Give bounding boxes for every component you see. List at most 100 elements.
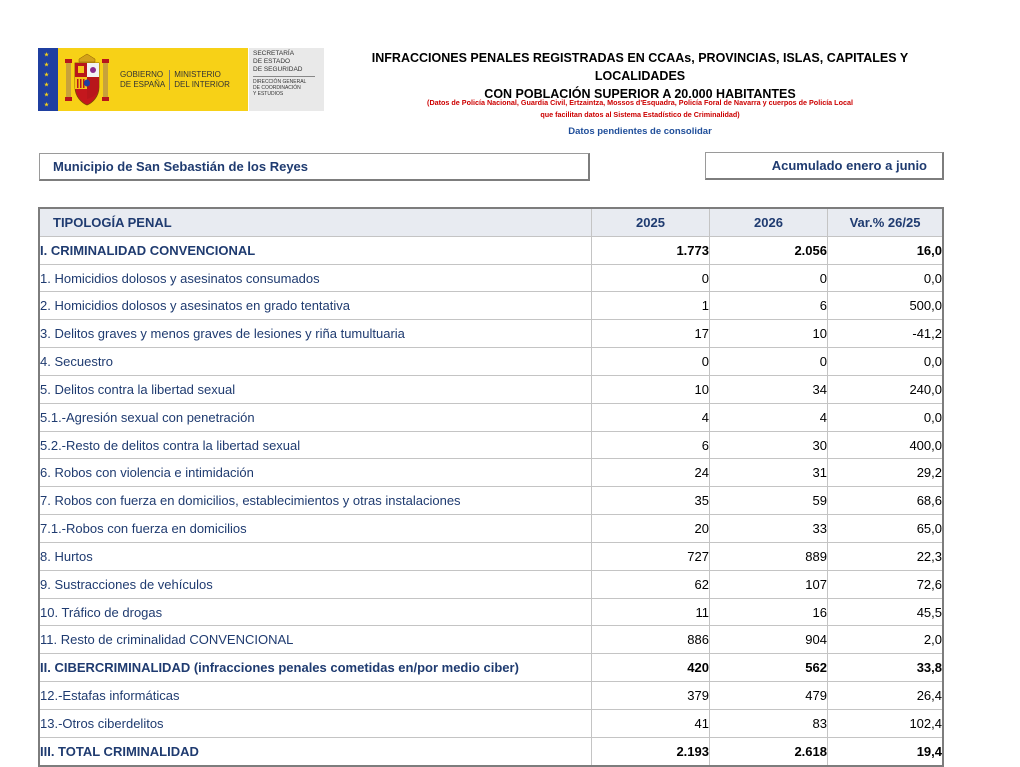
row-value-2025: 24 <box>591 458 710 488</box>
row-label: 3. Delitos graves y menos graves de lesi… <box>38 319 592 349</box>
row-value-2026: 2.618 <box>709 736 828 767</box>
row-variation: 33,8 <box>827 653 944 683</box>
row-value-2026: 2.056 <box>709 235 828 265</box>
row-label: 13.-Otros ciberdelitos <box>38 708 592 738</box>
row-variation: 29,2 <box>827 458 944 488</box>
row-value-2026: 83 <box>709 708 828 738</box>
table-row: 11. Resto de criminalidad CONVENCIONAL 88… <box>38 625 944 655</box>
row-value-2026: 889 <box>709 541 828 571</box>
row-value-2026: 10 <box>709 319 828 349</box>
data-source-note: (Datos de Policía Nacional, Guardia Civi… <box>330 97 950 121</box>
row-variation: 16,0 <box>827 235 944 265</box>
row-label: 6. Robos con violencia e intimidación <box>38 458 592 488</box>
row-value-2026: 59 <box>709 486 828 516</box>
directorate-line-3: Y ESTUDIOS <box>253 91 284 97</box>
table-row: 8. Hurtos 727 889 22,3 <box>38 541 944 571</box>
logo-yellow-panel: GOBIERNO DE ESPAÑA MINISTERIO DEL INTERI… <box>38 48 248 111</box>
header-2025: 2025 <box>591 207 710 237</box>
gov-line-1: GOBIERNO <box>120 69 164 79</box>
row-variation: 19,4 <box>827 736 944 767</box>
source-line-2: que facilitan datos al Sistema Estadísti… <box>540 110 740 119</box>
row-value-2026: 31 <box>709 458 828 488</box>
row-variation: 0,0 <box>827 263 944 293</box>
table-row: 5. Delitos contra la libertad sexual 10 34… <box>38 374 944 404</box>
row-label: 4. Secuestro <box>38 347 592 376</box>
row-label: 1. Homicidios dolosos y asesinatos consu… <box>38 263 592 293</box>
row-value-2025: 886 <box>591 625 710 655</box>
row-variation: 26,4 <box>827 681 944 710</box>
row-variation: 65,0 <box>827 514 944 543</box>
row-variation: 0,0 <box>827 402 944 432</box>
municipality-box: Municipio de San Sebastián de los Reyes <box>39 153 590 181</box>
row-value-2025: 20 <box>591 514 710 543</box>
secretariat-line-1: SECRETARÍA <box>253 50 295 57</box>
row-label: 12.-Estafas informáticas <box>38 681 592 710</box>
table-row: 6. Robos con violencia e intimidación 24 3… <box>38 458 944 488</box>
crime-table: TIPOLOGÍA PENAL 2025 2026 Var.% 26/25 I.… <box>38 207 944 767</box>
row-value-2025: 0 <box>591 263 710 293</box>
table-row: 7. Robos con fuerza en domicilios, estab… <box>38 486 944 516</box>
row-value-2025: 1.773 <box>591 235 710 265</box>
logo-grey-panel: SECRETARÍA DE ESTADO DE SEGURIDAD DIRECC… <box>248 48 324 111</box>
table-row: 13.-Otros ciberdelitos 41 83 102,4 <box>38 708 944 738</box>
gov-line-2: DE ESPAÑA <box>120 79 166 89</box>
header-2026: 2026 <box>709 207 828 237</box>
row-variation: 400,0 <box>827 430 944 460</box>
row-value-2026: 6 <box>709 291 828 321</box>
report-title: INFRACCIONES PENALES REGISTRADAS EN CCAA… <box>330 49 950 103</box>
table-row: 10. Tráfico de drogas 11 16 45,5 <box>38 597 944 627</box>
row-value-2025: 4 <box>591 402 710 432</box>
row-label: 2. Homicidios dolosos y asesinatos en gr… <box>38 291 592 321</box>
row-value-2025: 10 <box>591 374 710 404</box>
row-variation: 68,6 <box>827 486 944 516</box>
row-variation: 102,4 <box>827 708 944 738</box>
row-value-2026: 479 <box>709 681 828 710</box>
row-label: 7. Robos con fuerza en domicilios, estab… <box>38 486 592 516</box>
row-value-2026: 33 <box>709 514 828 543</box>
row-value-2026: 0 <box>709 263 828 293</box>
ministry-line-2: DEL INTERIOR <box>174 79 230 89</box>
title-line-1: INFRACCIONES PENALES REGISTRADAS EN CCAA… <box>371 51 909 83</box>
row-variation: 72,6 <box>827 569 944 599</box>
row-value-2025: 35 <box>591 486 710 516</box>
row-label: 5.1.-Agresión sexual con penetración <box>38 402 592 432</box>
row-value-2025: 1 <box>591 291 710 321</box>
table-row: 12.-Estafas informáticas 379 479 26,4 <box>38 681 944 710</box>
row-value-2025: 379 <box>591 681 710 710</box>
row-value-2025: 11 <box>591 597 710 627</box>
row-label: 11. Resto de criminalidad CONVENCIONAL <box>38 625 592 655</box>
period-box: Acumulado enero a junio <box>705 152 944 180</box>
row-label: 10. Tráfico de drogas <box>38 597 592 627</box>
row-label: 7.1.-Robos con fuerza en domicilios <box>38 514 592 543</box>
government-logo: GOBIERNO DE ESPAÑA MINISTERIO DEL INTERI… <box>38 48 324 111</box>
table-row: 5.1.-Agresión sexual con penetración 4 4 0,… <box>38 402 944 432</box>
row-label: 5. Delitos contra la libertad sexual <box>38 374 592 404</box>
row-value-2026: 34 <box>709 374 828 404</box>
table-row: 3. Delitos graves y menos graves de lesi… <box>38 319 944 349</box>
table-header-row: TIPOLOGÍA PENAL 2025 2026 Var.% 26/25 <box>38 207 944 237</box>
source-line-1: (Datos de Policía Nacional, Guardia Civi… <box>427 98 853 107</box>
row-label: I. CRIMINALIDAD CONVENCIONAL <box>38 235 592 265</box>
table-row: II. CIBERCRIMINALIDAD (infracciones pena… <box>38 653 944 683</box>
crime-table-body: I. CRIMINALIDAD CONVENCIONAL 1.773 2.056 16… <box>38 235 944 767</box>
row-value-2026: 16 <box>709 597 828 627</box>
row-label: 5.2.-Resto de delitos contra la libertad… <box>38 430 592 460</box>
header-variation: Var.% 26/25 <box>827 207 944 237</box>
row-value-2026: 904 <box>709 625 828 655</box>
row-value-2026: 30 <box>709 430 828 460</box>
table-row: I. CRIMINALIDAD CONVENCIONAL 1.773 2.056 16… <box>38 235 944 265</box>
table-row: 5.2.-Resto de delitos contra la libertad… <box>38 430 944 460</box>
row-value-2025: 6 <box>591 430 710 460</box>
table-row: 7.1.-Robos con fuerza en domicilios 20 33 6… <box>38 514 944 543</box>
table-row: 9. Sustracciones de vehículos 62 107 72,6 <box>38 569 944 599</box>
ministry-line-1: MINISTERIO <box>174 69 221 79</box>
row-value-2026: 562 <box>709 653 828 683</box>
row-value-2026: 107 <box>709 569 828 599</box>
row-value-2025: 2.193 <box>591 736 710 767</box>
row-value-2025: 17 <box>591 319 710 349</box>
row-label: 8. Hurtos <box>38 541 592 571</box>
row-label: 9. Sustracciones de vehículos <box>38 569 592 599</box>
table-row: 4. Secuestro 0 0 0,0 <box>38 347 944 376</box>
row-variation: 0,0 <box>827 347 944 376</box>
row-value-2025: 62 <box>591 569 710 599</box>
